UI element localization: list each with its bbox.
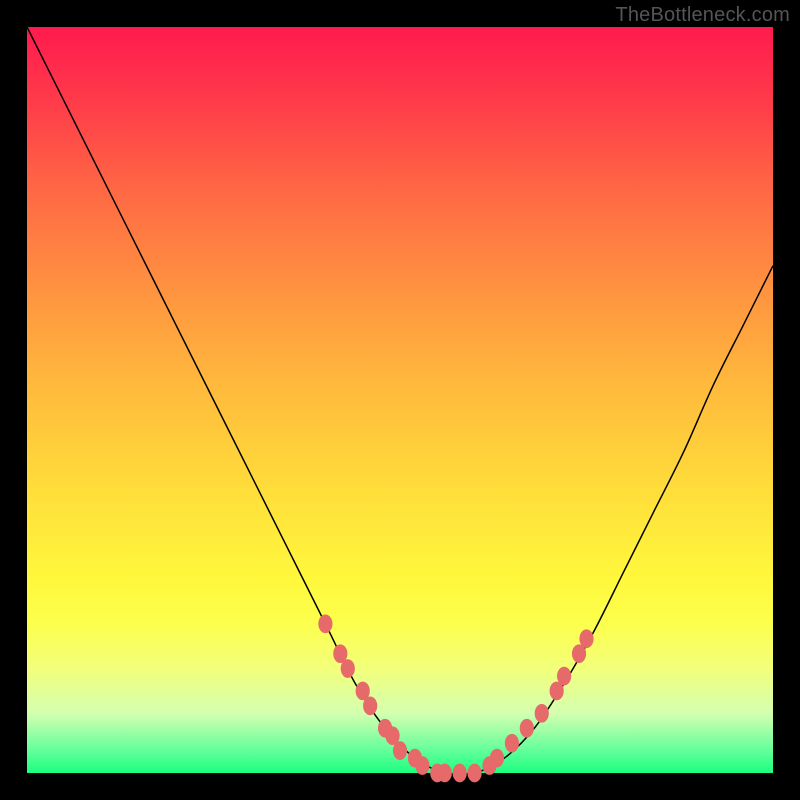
- curve-marker-dot: [438, 764, 451, 782]
- chart-svg: [27, 27, 773, 773]
- curve-marker-dot: [572, 645, 585, 663]
- curve-marker-dot: [416, 757, 429, 775]
- curve-marker-dot: [334, 645, 347, 663]
- curve-marker-dot: [490, 749, 503, 767]
- curve-marker-dot: [356, 682, 369, 700]
- watermark-text: TheBottleneck.com: [615, 4, 790, 27]
- curve-marker-dot: [580, 630, 593, 648]
- curve-marker-dot: [550, 682, 563, 700]
- curve-marker-dot: [505, 734, 518, 752]
- curve-marker-dot: [468, 764, 481, 782]
- curve-marker-dot: [386, 727, 399, 745]
- curve-marker-dot: [557, 667, 570, 685]
- curve-marker-dot: [363, 697, 376, 715]
- curve-markers-group: [319, 615, 594, 782]
- curve-marker-dot: [520, 719, 533, 737]
- curve-marker-dot: [393, 742, 406, 760]
- chart-plot-area: [27, 27, 773, 773]
- bottleneck-curve-line: [27, 27, 773, 775]
- curve-marker-dot: [341, 660, 354, 678]
- curve-marker-dot: [453, 764, 466, 782]
- curve-marker-dot: [535, 704, 548, 722]
- curve-marker-dot: [319, 615, 332, 633]
